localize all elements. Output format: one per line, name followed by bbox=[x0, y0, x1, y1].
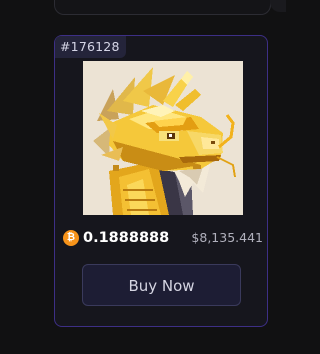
nft-card[interactable]: #176128 ₿ 0.1888888 $8,135.441 Buy Now bbox=[54, 35, 268, 327]
usd-price: $8,135.441 bbox=[191, 230, 263, 245]
adjacent-card-corner bbox=[270, 0, 286, 12]
btc-price: 0.1888888 bbox=[83, 230, 170, 246]
price-row: ₿ 0.1888888 $8,135.441 bbox=[63, 228, 263, 248]
nft-image[interactable] bbox=[83, 61, 243, 215]
previous-card-bottom bbox=[54, 0, 271, 15]
buy-now-button[interactable]: Buy Now bbox=[82, 264, 241, 306]
token-id-badge: #176128 bbox=[55, 36, 126, 58]
bitcoin-icon: ₿ bbox=[63, 230, 79, 246]
